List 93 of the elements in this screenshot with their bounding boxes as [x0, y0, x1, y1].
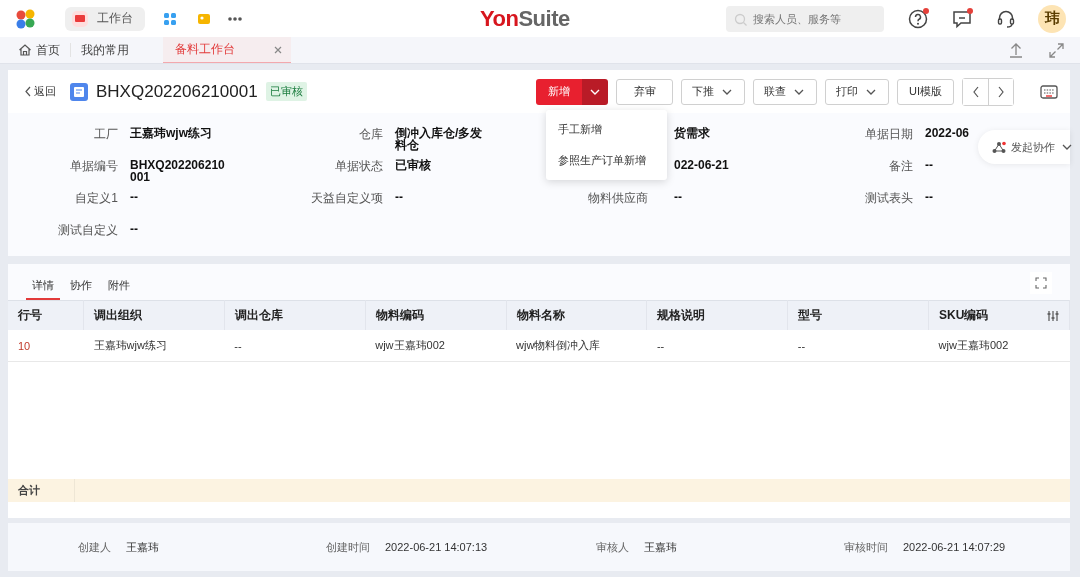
table-cell: wjw物料倒冲入库	[506, 330, 647, 362]
field-value: 王嘉玮	[644, 539, 677, 555]
detail-tab[interactable]: 附件	[102, 278, 136, 300]
search-field[interactable]: 搜索人员、服务等	[726, 5, 884, 32]
toolbar-button[interactable]: 弃审	[616, 78, 673, 105]
table-cell: 王嘉玮wjw练习	[83, 330, 225, 362]
home-icon	[18, 43, 32, 57]
keyboard-icon[interactable]	[1040, 83, 1058, 100]
field-label: 物料供应商	[587, 191, 648, 206]
field-label: 创建人	[77, 539, 111, 555]
field-label: 审核时间	[843, 539, 888, 555]
status-tag: 已审核	[265, 82, 307, 101]
next-button[interactable]	[988, 78, 1013, 105]
field-value: --	[925, 191, 934, 203]
field-value: 倒冲入库仓/多发料仓	[395, 127, 483, 151]
network-icon	[992, 140, 1006, 154]
chevron-left-icon	[24, 86, 31, 97]
page-tab[interactable]: 我的常用	[71, 37, 139, 63]
field-value: 王嘉玮	[126, 539, 159, 555]
expand-icon[interactable]	[1049, 42, 1064, 58]
toolbar-button[interactable]: UI模版	[897, 78, 954, 105]
field-label: 单据日期	[864, 127, 913, 142]
chevron-left-icon	[971, 85, 980, 98]
column-header: 行号	[8, 300, 84, 330]
table-cell: --	[787, 330, 929, 362]
page-tab[interactable]: 备料工作台	[163, 37, 291, 63]
total-label: 合计	[8, 479, 75, 502]
help-icon[interactable]	[908, 8, 928, 29]
column-header: 物料名称	[506, 300, 647, 330]
collaborate-button[interactable]: 发起协作	[978, 130, 1070, 164]
column-header: 调出仓库	[224, 300, 366, 330]
table-cell: 10	[8, 330, 84, 362]
menu-item[interactable]: 手工新增	[546, 114, 667, 145]
table-cell: --	[646, 330, 788, 362]
user-avatar[interactable]: 玮	[1038, 4, 1066, 33]
page-tab[interactable]: 首页	[8, 37, 70, 63]
detail-tab[interactable]: 协作	[64, 278, 98, 300]
field-label: 创建时间	[325, 539, 370, 555]
table-cell: --	[224, 330, 366, 362]
field-label: 测试表头	[864, 191, 913, 206]
field-value: --	[925, 159, 934, 171]
field-value: --	[395, 191, 404, 203]
message-icon[interactable]	[952, 8, 972, 29]
column-settings-icon[interactable]	[1047, 309, 1059, 322]
column-header: 型号	[787, 300, 929, 330]
field-value: 王嘉玮wjw练习	[130, 127, 213, 139]
field-value: 2022-06	[925, 127, 971, 139]
dropdown-button[interactable]: 打印	[825, 78, 889, 105]
monitor-icon	[71, 9, 89, 28]
close-icon[interactable]	[273, 44, 283, 55]
field-value: 已审核	[395, 159, 432, 171]
field-value: 022-06-21	[674, 159, 730, 171]
field-label: 仓库	[358, 127, 383, 142]
field-value: BHXQ202206210001	[130, 159, 226, 183]
field-value: 货需求	[674, 127, 711, 139]
field-label: 备注	[888, 159, 913, 174]
column-header: 调出组织	[83, 300, 225, 330]
dropdown-button[interactable]: 下推	[681, 78, 745, 105]
more-icon[interactable]	[228, 15, 242, 22]
upload-icon[interactable]	[1009, 42, 1023, 58]
field-value: --	[130, 191, 139, 203]
field-value: 2022-06-21 14:07:13	[385, 541, 488, 553]
field-value: --	[130, 223, 139, 235]
dropdown-button[interactable]	[582, 78, 608, 105]
fullscreen-button[interactable]	[1030, 272, 1052, 294]
menu-item[interactable]: 参照生产订单新增	[546, 145, 667, 176]
brand-logo: YonSuite	[480, 6, 570, 32]
field-value: --	[674, 191, 683, 203]
field-label: 自定义1	[74, 191, 118, 206]
dropdown-button[interactable]: 联查	[753, 78, 817, 105]
add-button[interactable]: 新增	[536, 78, 582, 105]
field-label: 天益自定义项	[310, 191, 383, 206]
expand-icon	[1035, 277, 1047, 289]
app-logo-icon[interactable]	[15, 8, 36, 29]
headset-icon[interactable]	[996, 8, 1016, 29]
grid-icon[interactable]	[163, 11, 177, 26]
column-header: SKU编码	[928, 300, 1070, 330]
column-header: 规格说明	[646, 300, 788, 330]
field-label: 单据编号	[69, 159, 118, 174]
column-header: 物料编码	[365, 300, 507, 330]
field-label: 工厂	[93, 127, 118, 142]
table-cell: wjw王嘉玮002	[365, 330, 507, 362]
workbench-tab[interactable]: 工作台	[65, 6, 145, 31]
chevron-right-icon	[997, 85, 1005, 98]
field-label: 测试自定义	[57, 223, 118, 238]
document-code: BHXQ202206210001	[96, 81, 258, 102]
field-label: 单据状态	[334, 159, 383, 174]
field-value: 2022-06-21 14:07:29	[903, 541, 1006, 553]
search-icon	[734, 12, 747, 26]
document-icon	[70, 82, 88, 101]
field-label: 审核人	[595, 539, 629, 555]
table-cell: wjw王嘉玮002	[928, 330, 1070, 362]
back-link[interactable]: 返回	[24, 84, 56, 99]
